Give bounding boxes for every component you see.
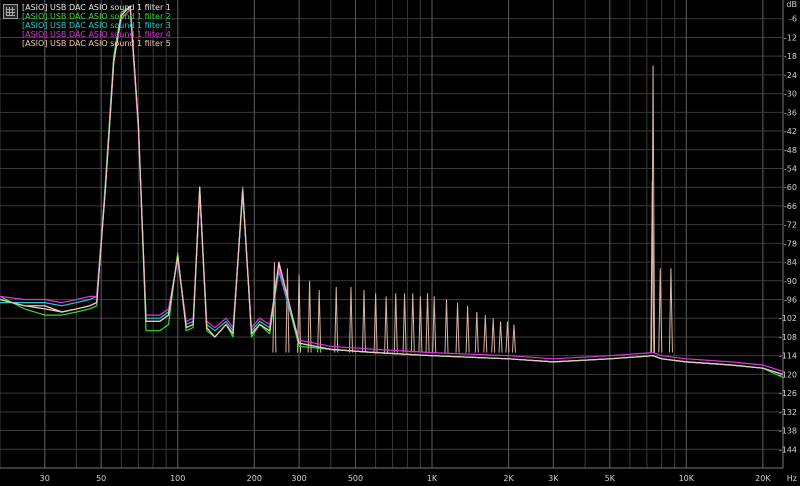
y-tick-label: -18: [784, 52, 797, 61]
y-tick-label: -6: [789, 15, 797, 24]
y-tick-label: -114: [779, 352, 797, 361]
y-tick-label: -102: [779, 314, 797, 323]
y-tick-label: -54: [784, 164, 797, 173]
y-tick-label: -42: [784, 127, 797, 136]
y-tick-label: -60: [784, 183, 797, 192]
y-tick-label: -48: [784, 146, 797, 155]
legend-item-filter-4: [ASIO] USB DAC ASIO sound 1 filter 4: [22, 30, 171, 39]
x-tick-label: 10K: [679, 474, 695, 483]
y-tick-label: -84: [784, 258, 797, 267]
x-tick-label: 200: [247, 474, 262, 483]
x-tick-label: 300: [291, 474, 306, 483]
x-tick-label: 500: [348, 474, 363, 483]
x-axis-unit-label: Hz: [787, 474, 797, 483]
legend-item-filter-2: [ASIO] USB DAC ASIO sound 1 filter 2: [22, 12, 171, 21]
x-tick-label: 100: [170, 474, 185, 483]
y-tick-label: -144: [779, 445, 797, 454]
x-tick-label: 1K: [427, 474, 438, 483]
y-tick-label: -24: [784, 71, 797, 80]
y-tick-label: -108: [779, 333, 797, 342]
x-tick-label: 50: [96, 474, 106, 483]
spectrum-plot: -6 -12 -18 -24 -30 -36 -42 -48 -54 -60 -66 -72 -78 -8…: [0, 0, 800, 486]
y-tick-label: -30: [784, 90, 797, 99]
y-tick-label: -132: [779, 408, 797, 417]
y-tick-label: -72: [784, 221, 797, 230]
x-tick-label: 30: [40, 474, 50, 483]
y-tick-label: -90: [784, 277, 797, 286]
legend-grid-icon[interactable]: [3, 4, 18, 19]
legend: [ASIO] USB DAC ASIO sound 1 filter 1 [AS…: [3, 3, 171, 48]
x-tick-label: 5K: [605, 474, 616, 483]
x-tick-label: 20K: [755, 474, 771, 483]
legend-item-filter-1: [ASIO] USB DAC ASIO sound 1 filter 1: [22, 3, 171, 12]
y-tick-label: -66: [784, 202, 797, 211]
legend-item-filter-3: [ASIO] USB DAC ASIO sound 1 filter 3: [22, 21, 171, 30]
y-tick-label: -126: [779, 389, 797, 398]
y-tick-label: -36: [784, 108, 797, 117]
y-tick-label: -96: [784, 296, 797, 305]
x-tick-label: 2K: [503, 474, 514, 483]
x-tick-label: 3K: [548, 474, 559, 483]
legend-list: [ASIO] USB DAC ASIO sound 1 filter 1 [AS…: [22, 3, 171, 48]
y-tick-label: -120: [779, 370, 797, 379]
y-tick-label: -138: [779, 427, 797, 436]
legend-item-filter-5: [ASIO] USB DAC ASIO sound 1 filter 5: [22, 39, 171, 48]
y-axis-unit-label: dB: [786, 0, 797, 9]
y-tick-label: -78: [784, 239, 797, 248]
y-tick-label: -12: [784, 33, 797, 42]
